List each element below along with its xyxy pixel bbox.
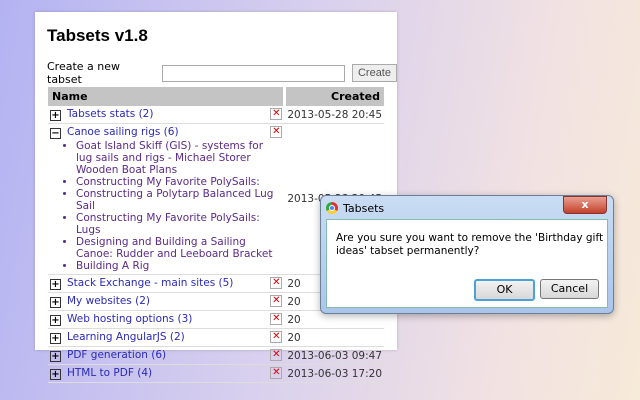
tabset-link[interactable]: Web hosting options (3)	[67, 313, 192, 325]
list-item: Constructing My Favorite PolySails: Lugs	[76, 212, 282, 236]
expand-icon[interactable]: +	[50, 369, 61, 380]
delete-icon[interactable]: ✕	[270, 313, 283, 325]
expand-icon[interactable]: +	[50, 351, 61, 362]
tabset-link[interactable]: Stack Exchange - main sites (5)	[67, 277, 233, 289]
tab-link[interactable]: Constructing My Favorite PolySails: Lugs	[76, 212, 260, 236]
tabset-link[interactable]: Tabsets stats (2)	[67, 108, 153, 120]
name-cell: + My websites (2) ✕	[48, 292, 285, 311]
name-cell: + HTML to PDF (4) ✕	[48, 364, 285, 383]
chrome-icon	[326, 202, 338, 214]
dialog-close-button[interactable]: x	[563, 196, 607, 214]
created-cell: 2013-06-03 09:47	[284, 346, 384, 365]
delete-icon[interactable]: ✕	[270, 331, 283, 343]
delete-icon[interactable]: ✕	[270, 295, 283, 307]
expand-icon[interactable]: +	[50, 297, 61, 308]
table-row: + Learning AngularJS (2) ✕ 20	[48, 328, 384, 347]
tabset-link[interactable]: HTML to PDF (4)	[67, 367, 152, 379]
tab-link[interactable]: Building A Rig	[76, 260, 149, 272]
tab-list: Goat Island Skiff (GIS) - systems for lu…	[50, 140, 282, 272]
header-name: Name	[48, 87, 285, 106]
list-item: Designing and Building a Sailing Canoe: …	[76, 236, 282, 260]
expand-icon[interactable]: +	[50, 333, 61, 344]
header-created[interactable]: Created	[282, 87, 384, 106]
collapse-icon[interactable]: −	[50, 128, 61, 139]
created-cell: 2013-06-03 17:20	[284, 364, 384, 383]
tab-link[interactable]: Constructing My Favorite PolySails:	[76, 176, 260, 188]
delete-icon[interactable]: ✕	[270, 277, 283, 289]
delete-icon[interactable]: ✕	[270, 349, 283, 361]
page-title: Tabsets v1.8	[47, 26, 148, 45]
tabset-link[interactable]: Canoe sailing rigs (6)	[67, 126, 179, 138]
create-row: Create a new tabset Create	[47, 60, 397, 86]
expand-icon[interactable]: +	[50, 279, 61, 290]
dialog-message: Are you sure you want to remove the 'Bir…	[336, 232, 604, 257]
created-cell: 2013-05-28 20:45	[284, 106, 384, 124]
name-cell: + Tabsets stats (2) ✕	[48, 106, 285, 124]
confirm-dialog: Tabsets x Are you sure you want to remov…	[320, 195, 614, 314]
list-item: Constructing My Favorite PolySails:	[76, 176, 282, 188]
dialog-body: Are you sure you want to remove the 'Bir…	[326, 219, 608, 308]
expand-icon[interactable]: +	[50, 315, 61, 326]
delete-icon[interactable]: ✕	[270, 108, 283, 120]
dialog-title: Tabsets	[343, 202, 385, 215]
tabset-link[interactable]: PDF generation (6)	[67, 349, 166, 361]
tab-link[interactable]: Constructing a Polytarp Balanced Lug Sai…	[76, 188, 273, 212]
tabset-link[interactable]: Learning AngularJS (2)	[67, 331, 185, 343]
list-item: Building A Rig	[76, 260, 282, 272]
tab-link[interactable]: Goat Island Skiff (GIS) - systems for lu…	[76, 140, 263, 176]
cancel-button[interactable]: Cancel	[540, 279, 599, 299]
created-cell: 20	[284, 328, 384, 347]
expand-icon[interactable]: +	[50, 110, 61, 121]
name-cell: + Stack Exchange - main sites (5) ✕	[48, 274, 285, 293]
table-row: + HTML to PDF (4) ✕ 2013-06-03 17:20	[48, 364, 384, 383]
tabset-name-input[interactable]	[161, 64, 345, 82]
delete-icon[interactable]: ✕	[270, 367, 283, 379]
ok-button[interactable]: OK	[474, 279, 535, 301]
name-cell: + PDF generation (6) ✕	[48, 346, 285, 365]
create-label: Create a new tabset	[47, 60, 121, 86]
name-cell: −Canoe sailing rigs (6) ✕ Goat Island Skif…	[48, 123, 285, 275]
tab-link[interactable]: Designing and Building a Sailing Canoe: …	[76, 236, 272, 260]
table-row: + Tabsets stats (2) ✕ 2013-05-28 20:45	[48, 106, 384, 124]
list-item: Goat Island Skiff (GIS) - systems for lu…	[76, 140, 282, 176]
delete-icon[interactable]: ✕	[270, 126, 283, 138]
list-item: Constructing a Polytarp Balanced Lug Sai…	[76, 188, 282, 212]
tabset-link[interactable]: My websites (2)	[67, 295, 150, 307]
table-row: + PDF generation (6) ✕ 2013-06-03 09:47	[48, 346, 384, 365]
create-button[interactable]: Create	[351, 64, 397, 82]
name-cell: + Learning AngularJS (2) ✕	[48, 328, 285, 347]
name-cell: + Web hosting options (3) ✕	[48, 310, 285, 329]
